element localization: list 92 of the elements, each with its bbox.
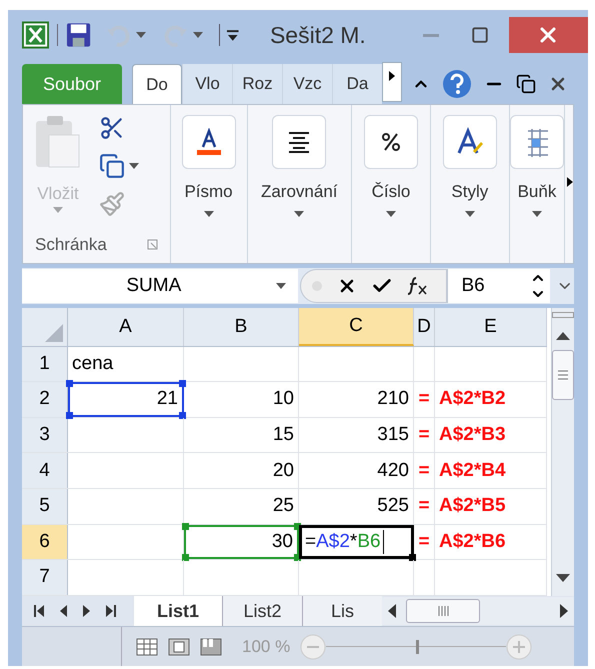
row-header[interactable]: 2 (22, 382, 68, 417)
sheet-tab[interactable]: Lis (302, 596, 382, 626)
ribbon-tab[interactable]: Vzc (282, 64, 332, 104)
caret-icon (204, 210, 214, 216)
row-header[interactable]: 4 (22, 453, 68, 488)
annotation-cell: = (414, 489, 435, 524)
name-box[interactable]: SUMA (22, 269, 298, 303)
spreadsheet-app-icon (22, 21, 50, 49)
sheet-tab[interactable]: List1 (134, 596, 222, 626)
scroll-tabs-button[interactable] (382, 62, 402, 102)
annotation-cell: = (414, 453, 435, 488)
table-cell[interactable]: 210 (299, 382, 414, 417)
formula-text: =A$2*B6 (305, 530, 381, 554)
paste-caret-icon (53, 206, 63, 212)
row-header[interactable]: 5 (22, 489, 68, 524)
redo-dropdown-icon (193, 32, 204, 38)
annotation-cell: A$2*B5 (435, 489, 547, 524)
table-cell[interactable]: 15 (184, 418, 299, 452)
row-header[interactable]: 6 (22, 524, 68, 560)
column-header[interactable]: C (299, 308, 414, 346)
clipboard-icon (35, 115, 81, 169)
ribbon-group-button[interactable]: Číslo (364, 105, 418, 216)
annotation-cell: A$2*B4 (435, 453, 547, 488)
annotation-cell: A$2*B3 (435, 418, 547, 452)
table-cell[interactable]: 420 (299, 453, 414, 488)
customize-menu-icon[interactable] (226, 28, 240, 42)
annotation-cell: A$2*B2 (435, 382, 547, 417)
ribbon-group-button[interactable]: Buňk (510, 105, 564, 216)
maximize-icon (470, 26, 489, 44)
caret-icon (464, 210, 475, 216)
minimize-icon (423, 34, 440, 36)
caret-icon (386, 210, 396, 216)
percent-icon (380, 131, 402, 153)
left-arrow-icon (388, 604, 396, 618)
save-icon[interactable] (66, 22, 92, 48)
first-sheet-icon[interactable] (34, 605, 44, 617)
file-tab[interactable]: Soubor (22, 64, 122, 104)
normal-view-icon[interactable] (136, 638, 158, 656)
window-title: Sešit2 M. (270, 20, 366, 50)
name-box-caret-icon (276, 283, 286, 289)
active-cell[interactable]: =A$2*B6 (299, 524, 414, 560)
sheet-tab[interactable]: List2 (222, 596, 302, 626)
right-arrow-icon (560, 604, 568, 618)
dialog-launcher-icon[interactable] (146, 238, 158, 250)
table-cell[interactable]: 21 (68, 382, 184, 417)
table-cell[interactable]: 20 (184, 453, 299, 488)
ribbon-group-button[interactable]: Písmo (182, 105, 236, 216)
restore-workbook-icon[interactable] (516, 74, 536, 94)
down-arrow-icon (556, 574, 570, 582)
copy-caret-icon (129, 163, 139, 169)
table-icon (526, 127, 548, 157)
group-label: Schránka (35, 234, 107, 256)
fill-handle[interactable] (409, 554, 416, 562)
next-sheet-icon[interactable] (83, 605, 90, 617)
undo-dropdown-icon (136, 32, 146, 38)
copy-icon[interactable] (99, 153, 125, 179)
table-cell[interactable]: 10 (184, 382, 299, 417)
table-cell[interactable]: 30 (184, 524, 299, 560)
row-header[interactable]: 7 (22, 560, 68, 596)
ribbon-group-button[interactable]: Styly (442, 105, 497, 216)
right-arrow-icon[interactable] (567, 177, 573, 187)
ribbon-tab[interactable]: Da (332, 64, 382, 104)
annotation-cell: A$2*B6 (435, 524, 547, 560)
caret-icon (294, 210, 304, 216)
close-button[interactable] (508, 17, 588, 53)
row-header[interactable]: 1 (22, 346, 68, 382)
ribbon-tab[interactable]: Roz (232, 64, 282, 104)
ribbon-group-button[interactable]: Zarovnání (260, 105, 338, 216)
annotation-cell: = (414, 382, 435, 417)
annotation-cell: = (414, 418, 435, 452)
ribbon-tab[interactable]: Vlo (182, 64, 232, 104)
page-layout-icon[interactable] (168, 638, 190, 656)
annotation-cell: = (414, 524, 435, 560)
column-header[interactable]: E (435, 308, 547, 346)
formula-field[interactable]: B6 (446, 269, 526, 303)
insert-function-icon[interactable] (406, 276, 429, 296)
right-arrow-icon (389, 71, 395, 81)
caret-icon (532, 210, 542, 216)
previous-sheet-icon[interactable] (60, 605, 67, 617)
up-arrow-icon (556, 332, 570, 340)
help-icon[interactable] (442, 69, 472, 99)
page-break-icon[interactable] (200, 638, 222, 656)
last-sheet-icon[interactable] (106, 605, 116, 617)
vertical-scrollbar[interactable] (551, 308, 574, 596)
column-header[interactable]: A (68, 308, 184, 346)
ribbon-tab[interactable]: Do (132, 64, 182, 104)
cut-icon[interactable] (99, 115, 125, 141)
table-cell[interactable]: 315 (299, 418, 414, 452)
row-header[interactable]: 3 (22, 418, 68, 452)
zoom-slider[interactable] (326, 640, 506, 654)
column-header[interactable]: D (414, 308, 435, 346)
horizontal-scrollbar[interactable] (382, 597, 574, 625)
